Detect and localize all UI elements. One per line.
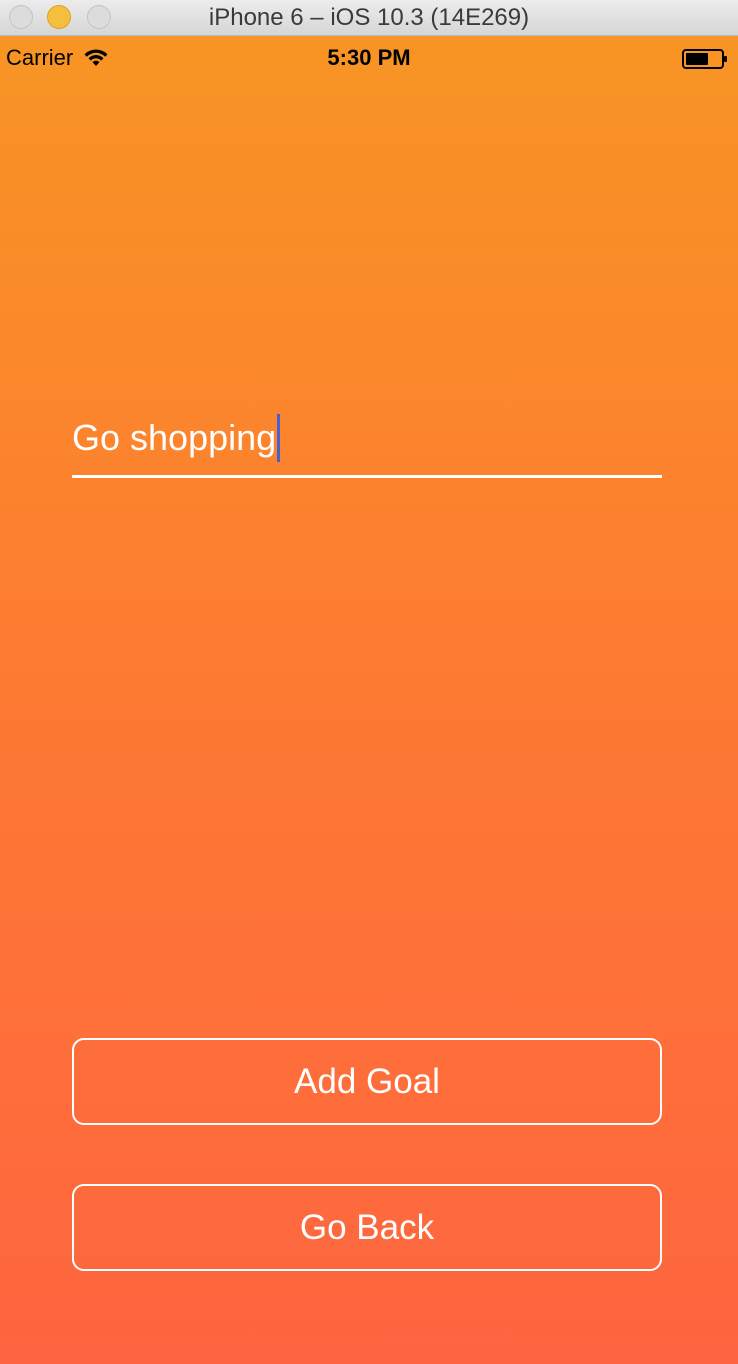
window-titlebar: iPhone 6 – iOS 10.3 (14E269)	[0, 0, 738, 36]
window-title: iPhone 6 – iOS 10.3 (14E269)	[208, 4, 530, 31]
goal-text-field[interactable]: Go shopping	[72, 400, 662, 478]
battery-icon	[682, 49, 727, 69]
text-cursor	[277, 413, 281, 462]
simulator-window: iPhone 6 – iOS 10.3 (14E269) Carrier 5:3…	[0, 0, 738, 1364]
add-goal-button[interactable]: Add Goal	[72, 1038, 662, 1125]
app-screen: Carrier 5:30 PM Go shopping Add Goal Go …	[0, 36, 738, 1364]
status-bar: Carrier 5:30 PM	[0, 36, 738, 80]
goal-input-text[interactable]: Go shopping	[72, 417, 276, 459]
go-back-button[interactable]: Go Back	[72, 1184, 662, 1271]
status-time: 5:30 PM	[327, 45, 411, 70]
